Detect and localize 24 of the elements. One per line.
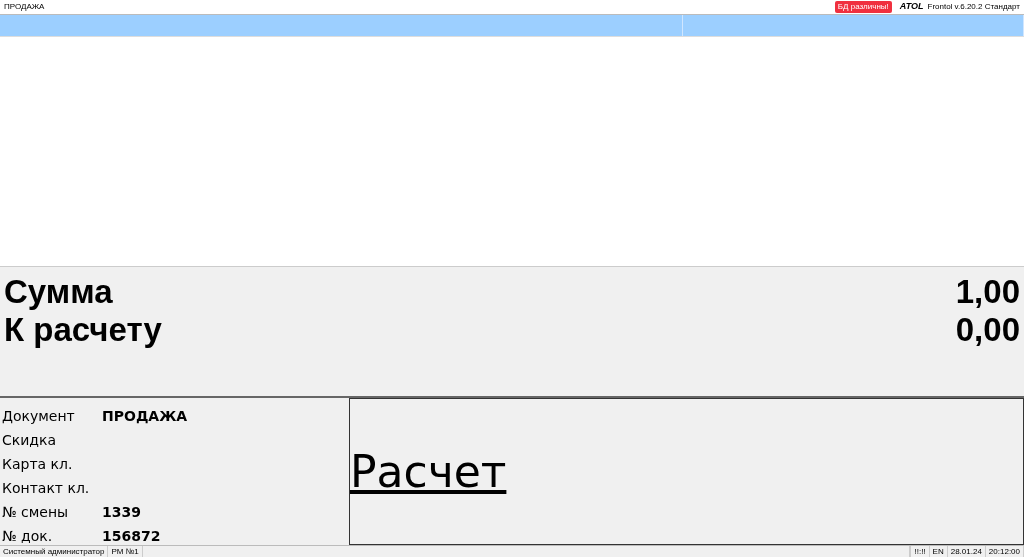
- info-label: № смены: [2, 502, 70, 522]
- total-label: К расчету: [4, 311, 162, 349]
- total-value: 0,00: [955, 311, 1020, 349]
- info-label: Документ: [2, 406, 76, 426]
- info-label: Карта кл.: [2, 454, 74, 474]
- pay-button[interactable]: Расчет: [350, 438, 507, 505]
- info-label: Контакт кл.: [2, 478, 91, 498]
- info-value: 1339: [102, 502, 141, 522]
- info-label: Скидка: [2, 430, 58, 450]
- window-title: ПРОДАЖА: [4, 1, 45, 13]
- status-item: Системный администратор: [0, 546, 109, 557]
- info-value: ПРОДАЖА: [102, 406, 188, 426]
- info-value: 156872: [102, 526, 161, 546]
- info-label: № док.: [2, 526, 54, 546]
- status-item: 20:12:00: [985, 546, 1024, 557]
- status-item: 28.01.24: [947, 546, 986, 557]
- total-label: Сумма: [4, 273, 113, 311]
- version-label: Frontol v.6.20.2 Стандарт: [927, 1, 1020, 13]
- status-item: !!:!!: [910, 546, 930, 557]
- logo: ATOL: [899, 0, 924, 14]
- status-item: РМ №1: [108, 546, 143, 557]
- status-item: EN: [929, 546, 948, 557]
- total-value: 1,00: [955, 273, 1020, 311]
- warning-badge: БД различны!: [834, 1, 892, 13]
